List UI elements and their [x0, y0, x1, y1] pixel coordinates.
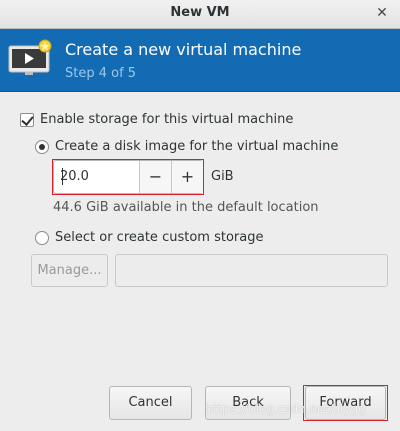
custom-storage-label[interactable]: Select or create custom storage	[55, 230, 263, 245]
window-titlebar: New VM ✕	[0, 0, 400, 29]
text-cursor	[62, 168, 63, 185]
minus-icon[interactable]: −	[139, 161, 171, 193]
enable-storage-label[interactable]: Enable storage for this virtual machine	[40, 112, 293, 127]
disk-size-spinner[interactable]: 20.0 − +	[53, 160, 203, 194]
vm-monitor-icon	[8, 39, 52, 75]
plus-icon[interactable]: +	[171, 161, 203, 193]
custom-storage-radio[interactable]	[35, 231, 49, 245]
create-disk-radio[interactable]	[35, 140, 49, 154]
enable-storage-checkbox[interactable]	[20, 113, 34, 127]
window-title: New VM	[170, 5, 230, 20]
cancel-button[interactable]: Cancel	[109, 386, 192, 420]
wizard-banner: Create a new virtual machine Step 4 of 5	[0, 29, 400, 92]
available-space-text: 44.6 GiB available in the default locati…	[53, 200, 319, 215]
close-icon[interactable]: ✕	[374, 5, 390, 21]
disk-size-value[interactable]: 20.0	[60, 169, 89, 184]
create-disk-label[interactable]: Create a disk image for the virtual mach…	[55, 139, 338, 154]
wizard-step: Step 4 of 5	[65, 66, 137, 81]
wizard-heading: Create a new virtual machine	[65, 40, 302, 59]
manage-button[interactable]: Manage...	[31, 254, 108, 287]
disk-size-unit: GiB	[211, 169, 234, 184]
watermark: https://blog.csdn.net/lilygg	[205, 402, 366, 416]
custom-storage-path-input[interactable]	[115, 254, 388, 287]
